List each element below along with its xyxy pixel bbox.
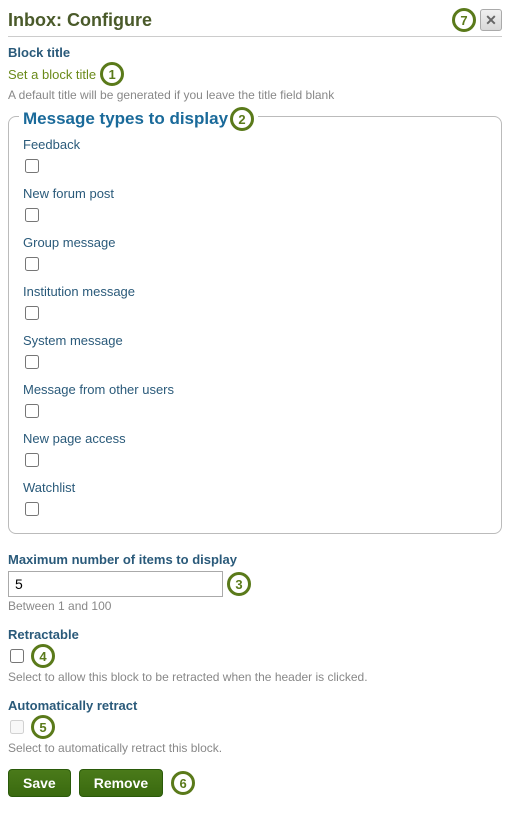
message-type-item: New page access — [23, 431, 487, 470]
max-items-row: 3 — [8, 571, 502, 597]
message-type-label: Watchlist — [23, 480, 487, 495]
block-title-link-row: Set a block title 1 — [8, 62, 502, 86]
new-forum-post-checkbox[interactable] — [25, 208, 39, 222]
annotation-3: 3 — [227, 572, 251, 596]
message-type-label: System message — [23, 333, 487, 348]
annotation-2: 2 — [230, 107, 254, 131]
message-type-item: Institution message — [23, 284, 487, 323]
block-title-hint: A default title will be generated if you… — [8, 88, 502, 102]
annotation-5: 5 — [31, 715, 55, 739]
message-type-item: Feedback — [23, 137, 487, 176]
button-row: Save Remove 6 — [8, 769, 502, 797]
message-type-item: Message from other users — [23, 382, 487, 421]
annotation-1: 1 — [100, 62, 124, 86]
auto-retract-hint: Select to automatically retract this blo… — [8, 741, 502, 755]
message-type-label: Message from other users — [23, 382, 487, 397]
block-title-label: Block title — [8, 45, 502, 60]
max-items-section: Maximum number of items to display 3 Bet… — [8, 552, 502, 613]
max-items-label: Maximum number of items to display — [8, 552, 502, 567]
message-other-users-checkbox[interactable] — [25, 404, 39, 418]
fieldset-legend: Message types to display — [23, 109, 228, 129]
feedback-checkbox[interactable] — [25, 159, 39, 173]
retractable-checkbox[interactable] — [10, 649, 24, 663]
remove-button[interactable]: Remove — [79, 769, 163, 797]
message-types-fieldset: Message types to display 2 Feedback New … — [8, 116, 502, 534]
dialog-header: Inbox: Configure 7 ✕ — [8, 8, 502, 37]
message-type-item: System message — [23, 333, 487, 372]
annotation-4: 4 — [31, 644, 55, 668]
close-button[interactable]: ✕ — [480, 9, 502, 31]
message-type-label: New page access — [23, 431, 487, 446]
message-type-label: Group message — [23, 235, 487, 250]
save-button[interactable]: Save — [8, 769, 71, 797]
institution-message-checkbox[interactable] — [25, 306, 39, 320]
max-items-hint: Between 1 and 100 — [8, 599, 502, 613]
fieldset-body: Feedback New forum post Group message In… — [23, 137, 487, 519]
message-type-item: Watchlist — [23, 480, 487, 519]
system-message-checkbox[interactable] — [25, 355, 39, 369]
dialog-title: Inbox: Configure — [8, 10, 152, 31]
fieldset-legend-row: Message types to display 2 — [19, 107, 258, 131]
message-type-label: New forum post — [23, 186, 487, 201]
message-type-label: Institution message — [23, 284, 487, 299]
block-title-section: Block title Set a block title 1 A defaul… — [8, 45, 502, 102]
header-right: 7 ✕ — [452, 8, 502, 32]
retractable-label: Retractable — [8, 627, 502, 642]
new-page-access-checkbox[interactable] — [25, 453, 39, 467]
auto-retract-section: Automatically retract 5 Select to automa… — [8, 698, 502, 755]
max-items-input[interactable] — [8, 571, 223, 597]
message-type-item: New forum post — [23, 186, 487, 225]
close-icon: ✕ — [485, 12, 497, 29]
auto-retract-row: 5 — [8, 715, 502, 739]
annotation-7: 7 — [452, 8, 476, 32]
message-type-label: Feedback — [23, 137, 487, 152]
retractable-row: 4 — [8, 644, 502, 668]
auto-retract-label: Automatically retract — [8, 698, 502, 713]
retractable-hint: Select to allow this block to be retract… — [8, 670, 502, 684]
group-message-checkbox[interactable] — [25, 257, 39, 271]
auto-retract-checkbox[interactable] — [10, 720, 24, 734]
set-block-title-link[interactable]: Set a block title — [8, 67, 96, 82]
annotation-6: 6 — [171, 771, 195, 795]
message-type-item: Group message — [23, 235, 487, 274]
retractable-section: Retractable 4 Select to allow this block… — [8, 627, 502, 684]
watchlist-checkbox[interactable] — [25, 502, 39, 516]
